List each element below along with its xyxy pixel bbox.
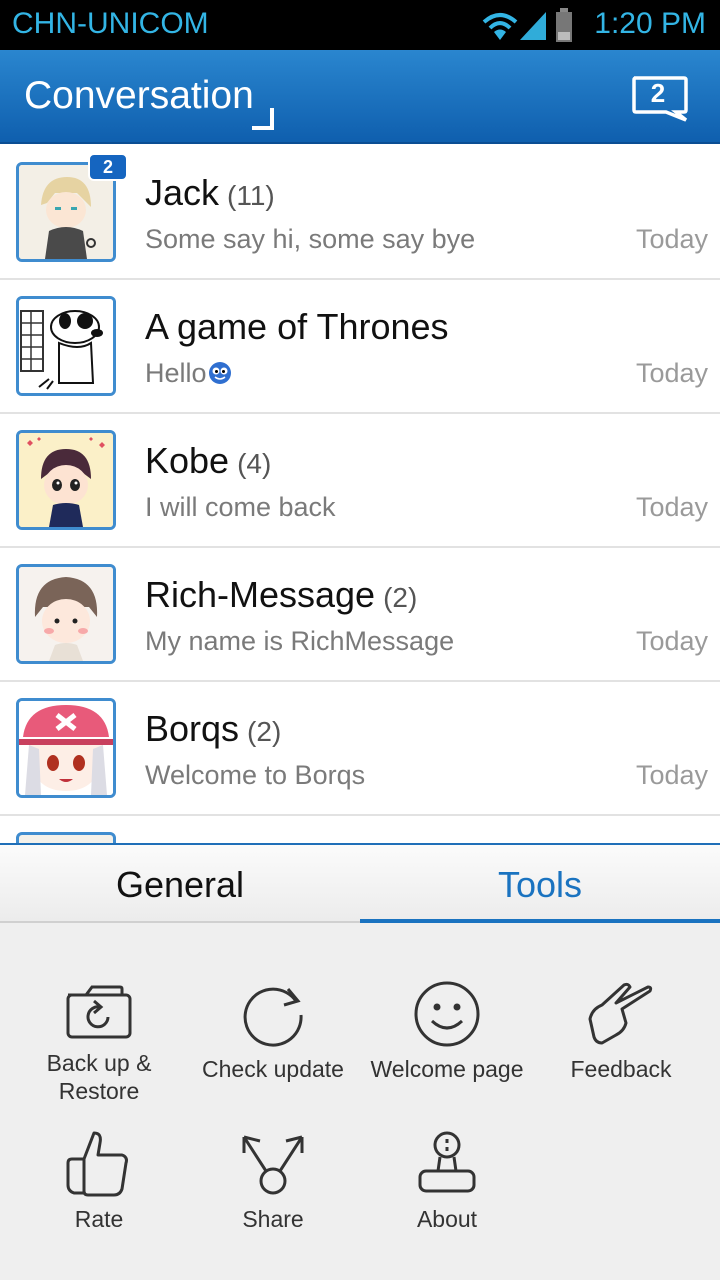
feedback-button[interactable]: Feedback — [536, 979, 706, 1083]
timestamp: Today — [635, 358, 708, 388]
about-stamp-icon — [418, 1131, 476, 1193]
wifi-icon — [482, 13, 518, 40]
conversation-row-kobe[interactable]: Kobe (4) I will come back Today — [0, 414, 720, 548]
tool-label: Check update — [202, 1056, 344, 1082]
avatar — [16, 296, 116, 396]
timestamp: Today — [635, 492, 708, 522]
avatar-image — [19, 567, 113, 661]
avatar-image — [19, 433, 113, 527]
contact-name: Kobe (4) — [145, 440, 272, 481]
conversation-row-rich-message[interactable]: Rich-Message (2) My name is RichMessage T… — [0, 548, 720, 682]
contact-name: Borqs (2) — [145, 708, 282, 749]
message-count: 2 — [650, 78, 666, 108]
feedback-hand-icon — [588, 982, 653, 1045]
panel-tabs: General Tools — [0, 845, 720, 923]
menu-panel: General Tools Back up & Restore Check up… — [0, 843, 720, 1280]
message-count-label: (2) — [247, 716, 282, 747]
message-count-label: (2) — [383, 582, 418, 613]
check-update-button[interactable]: Check update — [188, 979, 358, 1083]
message-preview: My name is RichMessage — [145, 626, 455, 656]
tool-label: Welcome page — [370, 1056, 524, 1082]
avatar — [16, 698, 116, 798]
signal-icon — [520, 12, 546, 40]
conversation-list[interactable]: 2 Jack (11) Some say hi, some say bye Tod… — [0, 146, 720, 844]
share-icon — [242, 1135, 304, 1195]
avatar — [16, 564, 116, 664]
avatar-image — [19, 701, 113, 795]
carrier-name: CHN-UNICOM — [12, 7, 209, 40]
smiley-emoji-icon — [208, 362, 231, 384]
action-bar: Conversation 2 — [0, 50, 720, 144]
status-bar: CHN-UNICOM 1:20 PM — [0, 0, 720, 50]
contact-name: A game of Thrones — [145, 306, 449, 347]
battery-icon — [556, 8, 572, 42]
tab-general[interactable]: General — [0, 845, 360, 923]
backup-restore-button[interactable]: Back up & Restore — [14, 979, 184, 1105]
rate-button[interactable]: Rate — [14, 1129, 184, 1233]
page-title: Conversation — [24, 74, 254, 117]
about-button[interactable]: About — [362, 1129, 532, 1233]
tool-label: Rate — [74, 1206, 124, 1232]
welcome-page-button[interactable]: Welcome page — [362, 979, 532, 1083]
contact-name: Jack (11) — [145, 172, 275, 213]
clock: 1:20 PM — [594, 7, 706, 40]
message-preview: Welcome to Borqs — [145, 760, 366, 790]
tool-label: Feedback — [570, 1056, 672, 1082]
message-count-label: (11) — [227, 180, 275, 211]
timestamp: Today — [635, 760, 708, 790]
smiley-icon — [414, 981, 480, 1047]
status-icons — [482, 8, 572, 42]
thumbs-up-icon — [66, 1131, 128, 1197]
refresh-icon — [243, 987, 303, 1047]
conversation-row-thrones[interactable]: A game of Thrones Hello Today — [0, 280, 720, 414]
message-preview: I will come back — [145, 492, 336, 522]
tool-label: Share — [242, 1206, 304, 1232]
avatar-image — [19, 299, 113, 393]
conversation-row-borqs[interactable]: Borqs (2) Welcome to Borqs Today — [0, 682, 720, 816]
timestamp: Today — [635, 626, 708, 656]
tool-label: About — [416, 1206, 478, 1232]
timestamp: Today — [635, 224, 708, 254]
avatar — [16, 430, 116, 530]
backup-restore-icon — [66, 985, 132, 1039]
tool-label: Back up & Restore — [46, 1050, 152, 1104]
message-count-label: (4) — [237, 448, 272, 479]
tab-tools[interactable]: Tools — [360, 845, 720, 923]
title-corner-decoration — [252, 108, 274, 130]
messages-button[interactable]: 2 — [630, 74, 690, 122]
conversation-row-partial[interactable] — [0, 816, 720, 844]
conversation-row-jack[interactable]: 2 Jack (11) Some say hi, some say bye Tod… — [0, 146, 720, 280]
contact-name: Rich-Message (2) — [145, 574, 418, 615]
message-preview: Hello — [145, 358, 232, 389]
unread-badge: 2 — [88, 153, 128, 181]
message-preview: Some say hi, some say bye — [145, 224, 476, 254]
share-button[interactable]: Share — [188, 1129, 358, 1233]
